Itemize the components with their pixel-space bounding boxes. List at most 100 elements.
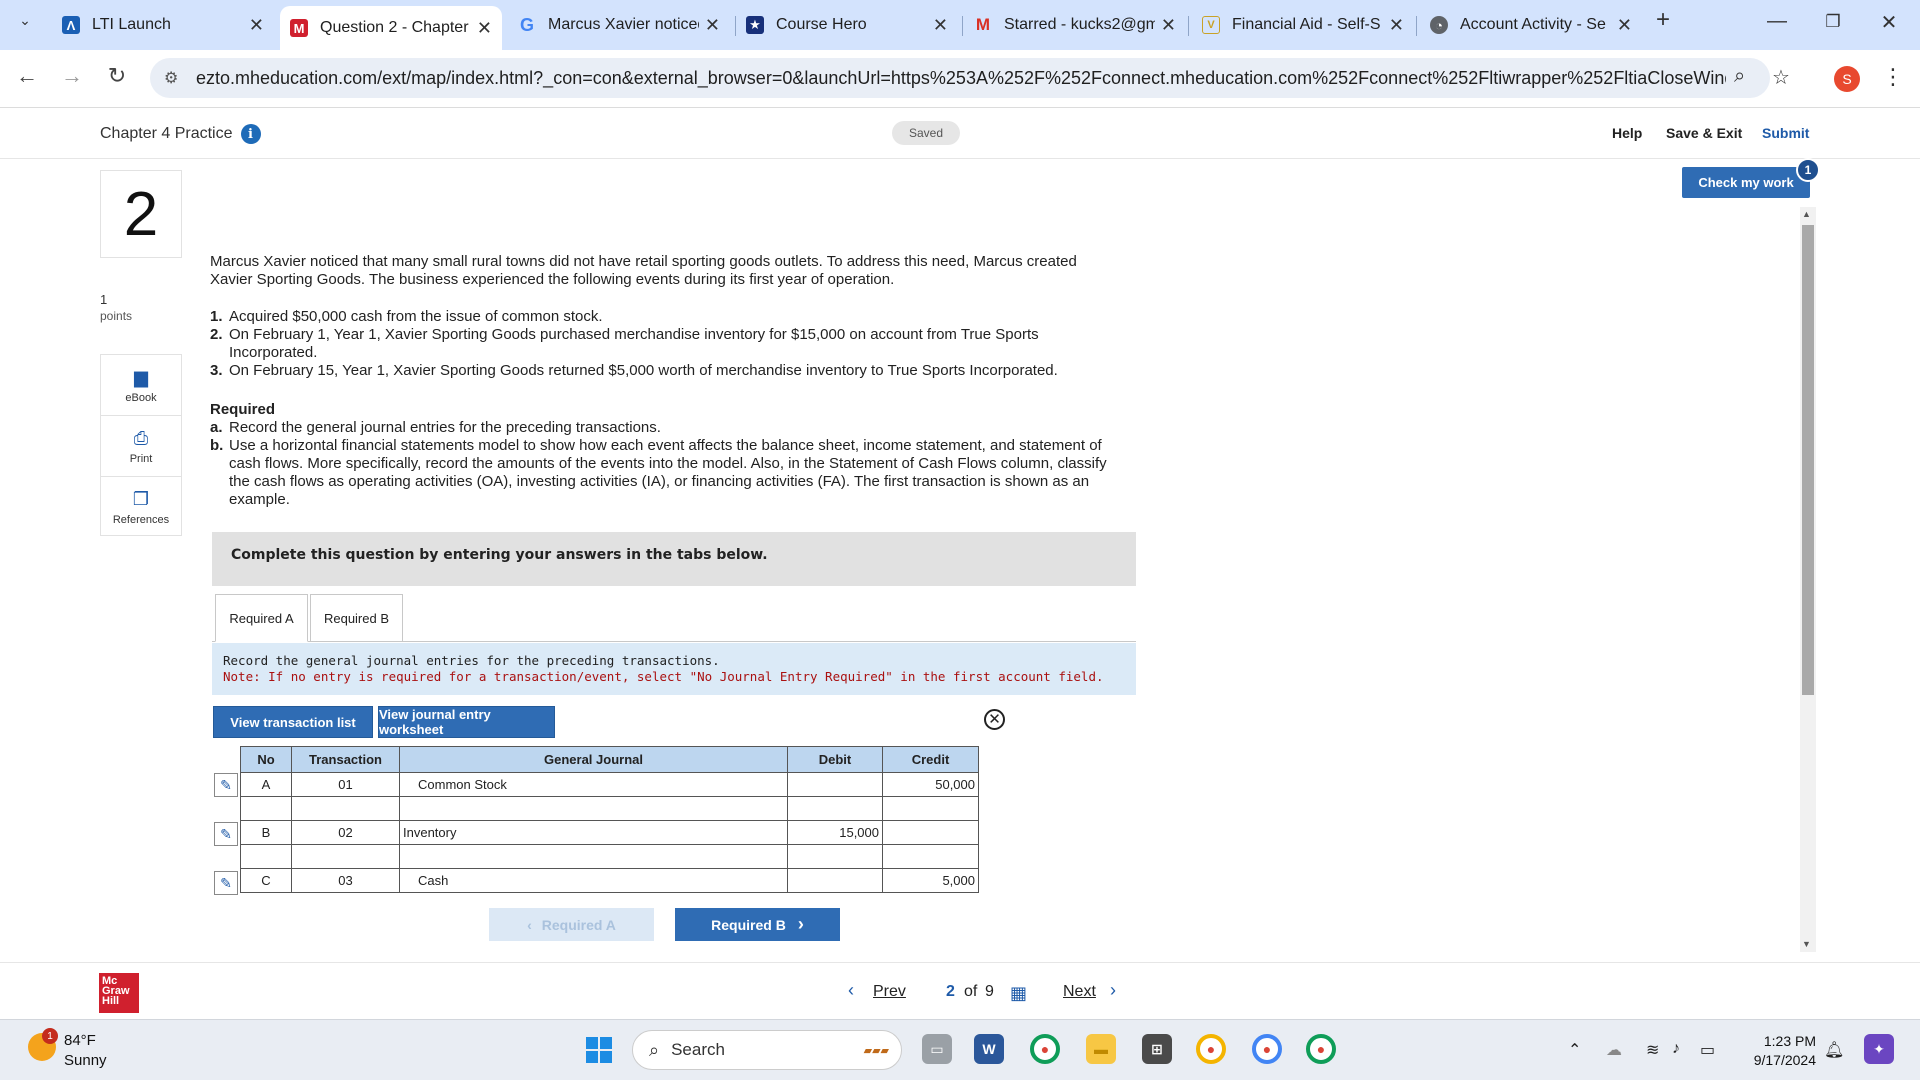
button-label: Required A	[541, 916, 616, 933]
close-tab-icon[interactable]: ✕	[249, 15, 264, 36]
cell-account[interactable]	[399, 844, 788, 869]
close-tab-icon[interactable]: ✕	[1161, 15, 1176, 36]
cell-debit[interactable]	[787, 868, 883, 893]
cell-credit[interactable]	[882, 796, 979, 821]
copilot-icon[interactable]: ✦	[1864, 1034, 1894, 1064]
task-view-icon[interactable]: ▭	[922, 1034, 952, 1064]
new-tab-plus-icon[interactable]: +	[1648, 6, 1678, 34]
current-page: 2	[946, 983, 955, 1000]
close-tab-icon[interactable]: ✕	[933, 15, 948, 36]
windows-start-icon[interactable]	[586, 1037, 612, 1063]
minimize-icon[interactable]: —	[1762, 10, 1792, 33]
volume-icon[interactable]: ♪	[1672, 1040, 1680, 1058]
cell-debit[interactable]	[787, 844, 883, 869]
next-required-button[interactable]: Required B ›	[675, 908, 840, 941]
question-grid-icon[interactable]: ▦	[1010, 983, 1027, 1004]
onedrive-cloud-icon[interactable]: ☁	[1606, 1040, 1622, 1060]
chevron-left-icon[interactable]: ‹	[848, 980, 854, 1001]
submit-link[interactable]: Submit	[1762, 125, 1809, 141]
file-explorer-icon[interactable]: ▬	[1086, 1034, 1116, 1064]
prev-page-link[interactable]: Prev	[873, 983, 906, 1001]
cell-account[interactable]: Cash	[399, 868, 788, 893]
previous-required-button[interactable]: ‹ Required A	[489, 908, 654, 941]
column-header-transaction: Transaction	[291, 746, 400, 773]
bookmark-star-icon[interactable]: ☆	[1772, 65, 1790, 90]
cell-debit[interactable]	[787, 796, 883, 821]
print-button[interactable]: ⎙ Print	[101, 428, 181, 465]
battery-icon[interactable]: ▭	[1700, 1040, 1715, 1060]
forward-arrow-icon[interactable]: →	[57, 63, 87, 89]
tab-title: Account Activity - Se	[1460, 16, 1606, 33]
event-number: 2.	[210, 326, 223, 343]
url-field[interactable]: ⚙ ezto.mheducation.com/ext/map/index.htm…	[150, 58, 1770, 98]
ebook-button[interactable]: ▆ eBook	[101, 367, 181, 404]
tab-search-chevron-icon[interactable]: ⌄	[10, 12, 40, 29]
word-app-icon[interactable]: W	[974, 1034, 1004, 1064]
notification-bell-icon[interactable]: 🔔︎	[1824, 1040, 1844, 1060]
reload-icon[interactable]: ↻	[102, 63, 132, 89]
chrome-profile-k-icon[interactable]: ●	[1306, 1034, 1336, 1064]
cell-account[interactable]: Inventory	[399, 820, 788, 845]
chrome-profile-icon[interactable]: ●	[1196, 1034, 1226, 1064]
edit-pencil-icon[interactable]: ✎	[214, 822, 238, 846]
cell-account[interactable]	[399, 796, 788, 821]
back-arrow-icon[interactable]: ←	[12, 63, 42, 89]
scroll-down-arrow-icon[interactable]: ▼	[1802, 939, 1811, 949]
requirement-text: cash flows. More specifically, record th…	[229, 455, 1107, 472]
table-row	[240, 844, 979, 869]
cell-transaction: 02	[291, 820, 400, 845]
close-tab-icon[interactable]: ✕	[1389, 15, 1404, 36]
chevron-left-icon: ‹	[527, 916, 532, 933]
chrome-profile-c-icon[interactable]: ●	[1252, 1034, 1282, 1064]
browser-tab-lti-launch[interactable]: Λ LTI Launch ✕	[52, 8, 274, 42]
close-window-icon[interactable]: ✕	[1874, 10, 1904, 35]
browser-tab-financial-aid[interactable]: V Financial Aid - Self-S ✕	[1192, 8, 1414, 42]
event-text: Incorporated.	[229, 344, 318, 361]
site-settings-icon[interactable]: ⚙	[164, 68, 178, 88]
help-link[interactable]: Help	[1612, 125, 1642, 141]
edit-pencil-icon[interactable]: ✎	[214, 871, 238, 895]
browser-tab-gmail[interactable]: M Starred - kucks2@gm ✕	[964, 8, 1186, 42]
scrollbar-thumb[interactable]	[1802, 225, 1814, 695]
cell-account[interactable]: Common Stock	[399, 772, 788, 797]
store-app-icon[interactable]: ⊞	[1142, 1034, 1172, 1064]
view-journal-worksheet-button[interactable]: View journal entry worksheet	[378, 706, 555, 738]
next-page-link[interactable]: Next	[1063, 983, 1096, 1001]
tray-chevron-up-icon[interactable]: ⌃	[1568, 1040, 1581, 1060]
view-transaction-list-button[interactable]: View transaction list	[213, 706, 373, 738]
browser-tab-question-2[interactable]: M Question 2 - Chapter ✕	[280, 6, 502, 50]
cell-credit[interactable]: 5,000	[882, 868, 979, 893]
cell-debit[interactable]: 15,000	[787, 820, 883, 845]
cell-no: A	[240, 772, 292, 797]
close-tab-icon[interactable]: ✕	[705, 15, 720, 36]
taskbar-search-box[interactable]: ⌕ Search ▰▰▰	[632, 1030, 902, 1070]
tab-required-b[interactable]: Required B	[310, 594, 403, 642]
browser-menu-icon[interactable]: ⋮	[1882, 64, 1904, 90]
close-circle-icon[interactable]: ✕	[984, 709, 1005, 730]
browser-tab-marcus-xavier[interactable]: G Marcus Xavier noticed ✕	[508, 8, 730, 42]
scroll-up-arrow-icon[interactable]: ▲	[1802, 209, 1811, 219]
check-my-work-button[interactable]: Check my work	[1682, 167, 1810, 198]
restore-icon[interactable]: ❐	[1818, 12, 1848, 32]
cell-credit[interactable]	[882, 844, 979, 869]
system-clock[interactable]: 1:23 PM 9/17/2024	[1748, 1032, 1816, 1070]
cell-debit[interactable]	[787, 772, 883, 797]
browser-tab-account-activity[interactable]: ◔ Account Activity - Se ✕	[1420, 8, 1642, 42]
cell-credit[interactable]	[882, 820, 979, 845]
zoom-magnifier-icon[interactable]: ⌕	[1734, 65, 1745, 88]
save-exit-link[interactable]: Save & Exit	[1666, 125, 1742, 141]
cell-credit[interactable]: 50,000	[882, 772, 979, 797]
tab-required-a[interactable]: Required A	[215, 594, 308, 642]
browser-tab-course-hero[interactable]: ★ Course Hero ✕	[736, 8, 958, 42]
references-button[interactable]: ❐ References	[101, 489, 181, 526]
chrome-app-icon[interactable]: ●	[1030, 1034, 1060, 1064]
close-tab-icon[interactable]: ✕	[1617, 15, 1632, 36]
chevron-right-icon[interactable]: ›	[1110, 980, 1116, 1001]
requirement-text: Use a horizontal financial statements mo…	[229, 437, 1102, 454]
wifi-icon[interactable]: ≋	[1646, 1040, 1659, 1060]
edit-pencil-icon[interactable]: ✎	[214, 773, 238, 797]
close-tab-icon[interactable]: ✕	[477, 18, 492, 39]
info-icon[interactable]: i	[240, 124, 261, 144]
profile-avatar[interactable]: S	[1834, 66, 1860, 92]
column-header-debit: Debit	[787, 746, 883, 773]
